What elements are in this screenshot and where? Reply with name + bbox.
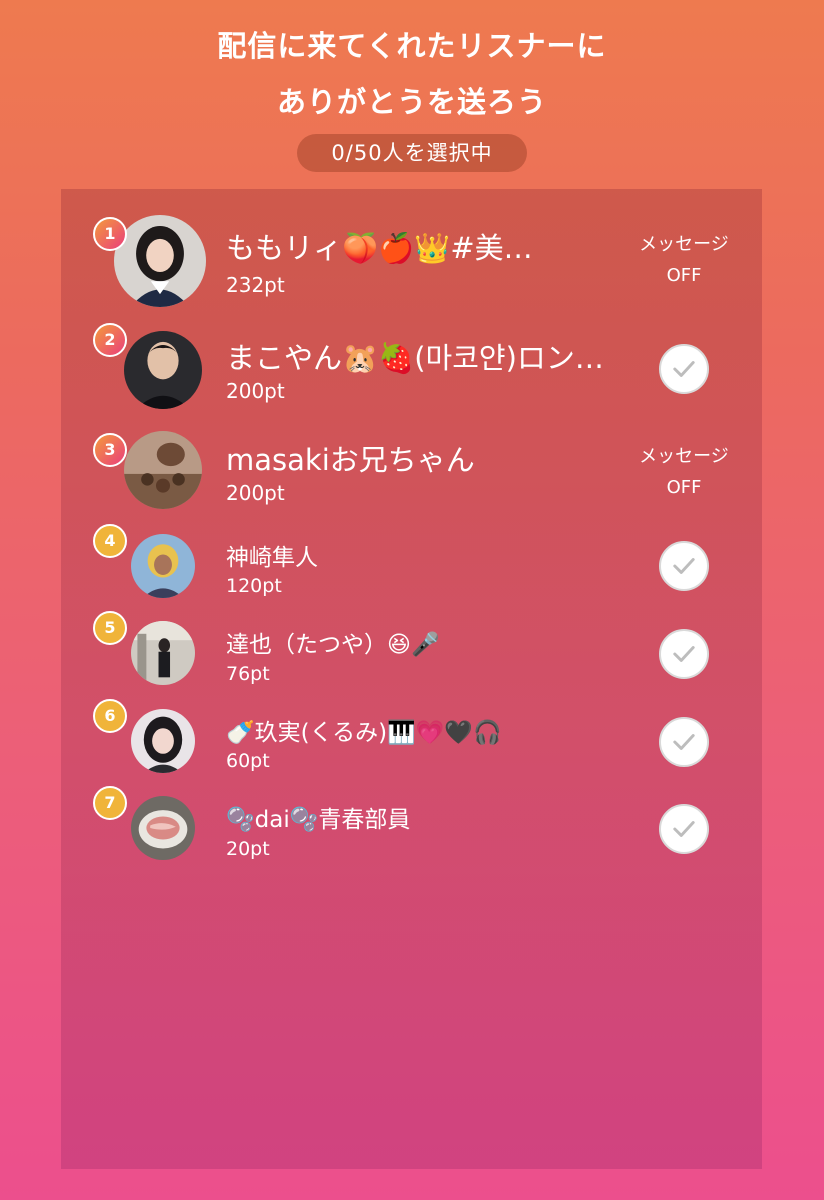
listener-row[interactable]: 7 🫧dai🫧青春部員 20pt [61,786,762,866]
rank-badge: 1 [93,217,127,251]
select-checkbox[interactable] [659,344,709,394]
avatar-photo-icon [131,534,195,598]
rank-badge: 6 [93,699,127,733]
rank-badge: 7 [93,786,127,820]
rank-badge: 2 [93,323,127,357]
listener-name: 達也（たつや）😆🎤 [226,632,440,658]
listener-row[interactable]: 6 🍼玖実(くるみ)🎹💗🖤🎧 60pt [61,699,762,779]
listener-points: 200pt [226,481,285,505]
check-icon [673,734,695,750]
listener-row[interactable]: 1 ももリィ🍑🍎👑#美… 232pt メッセージ OFF [61,209,762,309]
listener-name: まこやん🐹🍓(마코얀)ロン… [226,341,604,375]
avatar-photo-icon [124,431,202,509]
rank-badge: 4 [93,524,127,558]
avatar [131,621,195,685]
message-off-status: メッセージ OFF [629,441,739,503]
listener-row[interactable]: 4 神崎隼人 120pt [61,524,762,604]
page-title: 配信に来てくれたリスナーに ありがとうを送ろう [0,18,824,130]
check-icon [673,558,695,574]
listener-row[interactable]: 3 masakiお兄ちゃん 200pt メッセージ OFF [61,429,762,519]
listener-row[interactable]: 5 達也（たつや）😆🎤 76pt [61,611,762,691]
off-label: OFF [666,477,702,498]
avatar [114,215,206,307]
listener-name: 🫧dai🫧青春部員 [226,807,411,833]
listener-points: 200pt [226,379,285,403]
select-checkbox[interactable] [659,804,709,854]
off-label: OFF [666,265,702,286]
selection-counter-badge: 0/50人を選択中 [297,134,527,172]
select-checkbox[interactable] [659,541,709,591]
avatar-photo-icon [131,621,195,685]
rank-badge: 5 [93,611,127,645]
listener-name: ももリィ🍑🍎👑#美… [226,231,533,265]
avatar [131,796,195,860]
avatar-photo-icon [131,709,195,773]
select-checkbox[interactable] [659,717,709,767]
avatar-photo-icon [124,331,202,409]
listener-points: 232pt [226,273,285,297]
listener-name: 神崎隼人 [226,545,318,571]
listener-points: 76pt [226,663,270,685]
listener-points: 120pt [226,575,282,597]
select-checkbox[interactable] [659,629,709,679]
page-title-line-1: 配信に来てくれたリスナーに [217,29,607,63]
check-icon [673,646,695,662]
listener-row[interactable]: 2 まこやん🐹🍓(마코얀)ロン… 200pt [61,319,762,419]
listener-points: 20pt [226,838,270,860]
message-label: メッセージ [639,446,729,467]
avatar [131,709,195,773]
avatar-photo-icon [114,215,206,307]
listener-points: 60pt [226,750,270,772]
avatar [131,534,195,598]
page-title-line-2: ありがとうを送ろう [276,85,547,119]
listener-name: 🍼玖実(くるみ)🎹💗🖤🎧 [226,720,502,746]
check-icon [673,361,695,377]
message-label: メッセージ [639,234,729,255]
avatar-photo-icon [131,796,195,860]
check-icon [673,821,695,837]
message-off-status: メッセージ OFF [629,229,739,291]
avatar [124,431,202,509]
rank-badge: 3 [93,433,127,467]
listener-list: 1 ももリィ🍑🍎👑#美… 232pt メッセージ OFF 2 まこやん🐹🍓(마코… [61,189,762,1169]
avatar [124,331,202,409]
listener-name: masakiお兄ちゃん [226,443,475,477]
